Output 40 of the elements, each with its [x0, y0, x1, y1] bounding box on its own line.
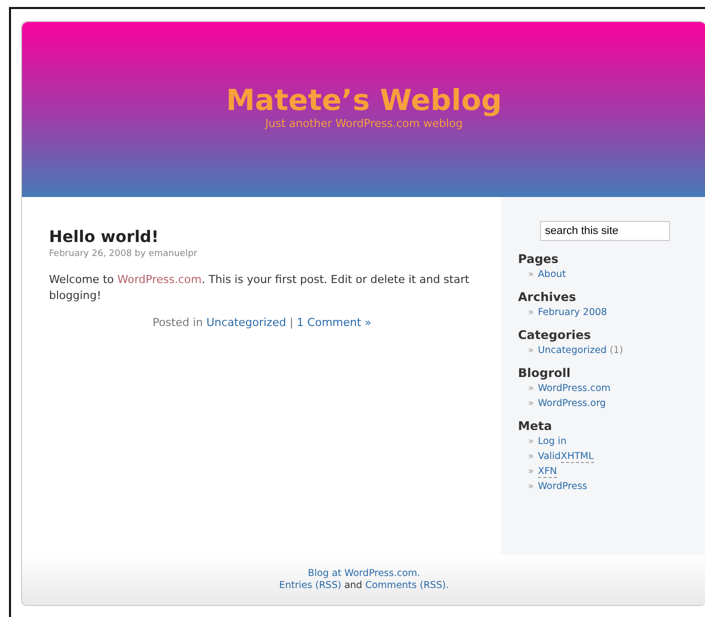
bullet-mark: »	[528, 383, 534, 394]
sidebar-link[interactable]: WordPress.com	[538, 383, 611, 394]
bullet-mark: »	[528, 398, 534, 409]
footer-link[interactable]: Entries (RSS)	[279, 580, 342, 591]
abbreviation-link[interactable]: XFN	[538, 466, 557, 478]
item-count: (1)	[610, 345, 624, 356]
post-footer-link[interactable]: Uncategorized	[206, 316, 286, 329]
footer-link[interactable]: Blog at WordPress.com.	[308, 568, 420, 579]
search-field[interactable]: search this site	[540, 221, 670, 241]
sidebar-heading: Pages	[518, 251, 560, 267]
bullet-mark: »	[528, 451, 534, 462]
blog-title[interactable]: Matete’s Weblog	[226, 83, 502, 117]
sidebar-link[interactable]: About	[538, 269, 566, 280]
footer-link[interactable]: Comments (RSS)	[365, 580, 446, 591]
sidebar-link[interactable]: Log in	[538, 436, 566, 447]
sidebar-link[interactable]: Uncategorized	[538, 345, 607, 356]
bullet-mark: »	[528, 307, 534, 318]
sidebar-heading: Blogroll	[518, 365, 572, 381]
blog-tagline: Just another WordPress.com weblog	[265, 117, 463, 130]
bullet-mark: »	[528, 466, 534, 477]
post-title[interactable]: Hello world!	[49, 227, 475, 246]
bullet-mark: »	[528, 345, 534, 356]
post-link[interactable]: WordPress.com	[117, 273, 202, 286]
bullet-mark: »	[528, 481, 534, 492]
post-footer: Posted in Uncategorized | 1 Comment »	[49, 316, 475, 329]
sidebar-heading: Archives	[518, 289, 578, 305]
post-footer-link[interactable]: 1 Comment »	[296, 316, 372, 329]
sidebar-heading: Categories	[518, 327, 592, 343]
bullet-mark: »	[528, 436, 534, 447]
sidebar-link[interactable]: Valid	[538, 451, 561, 462]
footer-link[interactable]: .	[446, 580, 449, 591]
sidebar-link[interactable]: WordPress	[538, 481, 588, 492]
sidebar-heading: Meta	[518, 418, 553, 434]
bullet-mark: »	[528, 269, 534, 280]
post-body: Welcome to WordPress.com. This is your first post. Edit or delete it and start blogging!	[49, 272, 470, 304]
sidebar-link[interactable]: WordPress.org	[538, 398, 606, 409]
footer-text: and	[343, 580, 364, 591]
post-meta: February 26, 2008 by emanuelpr	[49, 249, 198, 259]
sidebar-link[interactable]: February 2008	[538, 307, 608, 318]
abbreviation-link[interactable]: XHTML	[560, 451, 594, 463]
